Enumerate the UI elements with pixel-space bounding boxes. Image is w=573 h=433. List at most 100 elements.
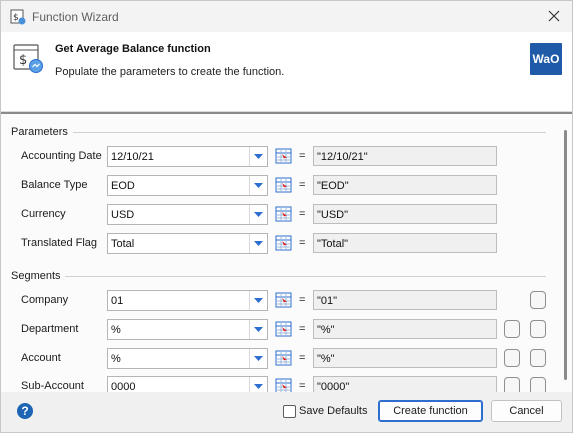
result-value: "Total" <box>317 238 349 250</box>
param-row-balance-type: Balance Type EOD = "EOD" <box>1 175 572 197</box>
cell-reference-icon[interactable] <box>275 350 293 367</box>
result-field: "%" <box>313 348 497 368</box>
chevron-down-icon[interactable] <box>249 291 267 310</box>
chevron-down-icon[interactable] <box>249 349 267 368</box>
chevron-down-icon[interactable] <box>249 234 267 253</box>
segment-value-picker-icon[interactable] <box>530 377 546 392</box>
result-field: "USD" <box>313 204 497 224</box>
segment-row-account: Account % = "%" <box>1 348 572 370</box>
window-title: Function Wizard <box>32 10 119 24</box>
checkbox-box[interactable] <box>283 405 296 418</box>
result-value: "USD" <box>317 209 349 221</box>
segment-label: Sub-Account <box>21 380 84 392</box>
segment-value-picker-icon[interactable] <box>530 320 546 338</box>
sub-account-combo[interactable]: 0000 <box>107 376 268 392</box>
result-value: "%" <box>317 353 335 365</box>
param-row-translated-flag: Translated Flag Total = "Total" <box>1 233 572 255</box>
result-value: "0000" <box>317 381 350 392</box>
segment-range-icon[interactable] <box>504 349 520 367</box>
result-value: "01" <box>317 295 338 307</box>
segment-value-picker-icon[interactable] <box>530 349 546 367</box>
cell-reference-icon[interactable] <box>275 378 293 392</box>
function-wizard-window: $ Function Wizard $ Get Average Balance … <box>0 0 573 433</box>
chevron-down-icon[interactable] <box>249 205 267 224</box>
cell-reference-icon[interactable] <box>275 235 293 252</box>
equals-sign: = <box>299 237 306 249</box>
segment-value-picker-icon[interactable] <box>530 291 546 309</box>
header-title: Get Average Balance function <box>55 43 211 55</box>
wizard-header: $ Get Average Balance function Populate … <box>1 32 572 112</box>
param-label: Currency <box>21 208 66 220</box>
result-field: "%" <box>313 319 497 339</box>
result-field: "01" <box>313 290 497 310</box>
function-wizard-icon: $ <box>10 9 26 25</box>
result-field: "Total" <box>313 233 497 253</box>
chevron-down-icon[interactable] <box>249 377 267 392</box>
accounting-date-combo[interactable]: 12/10/21 <box>107 146 268 167</box>
vertical-scrollbar[interactable] <box>564 130 567 380</box>
equals-sign: = <box>299 352 306 364</box>
currency-combo[interactable]: USD <box>107 204 268 225</box>
combo-value: 0000 <box>111 381 136 392</box>
result-field: "0000" <box>313 376 497 392</box>
combo-value: USD <box>111 209 135 221</box>
cell-reference-icon[interactable] <box>275 292 293 309</box>
translated-flag-combo[interactable]: Total <box>107 233 268 254</box>
segments-section-label: Segments <box>11 270 61 282</box>
section-divider <box>73 132 546 133</box>
segment-label: Account <box>21 352 61 364</box>
param-label: Balance Type <box>21 179 88 191</box>
param-row-accounting-date: Accounting Date 12/10/21 = "12/10/21" <box>1 146 572 168</box>
segment-range-icon[interactable] <box>504 320 520 338</box>
parameters-section-label: Parameters <box>11 126 68 138</box>
chevron-down-icon[interactable] <box>249 176 267 195</box>
department-combo[interactable]: % <box>107 319 268 340</box>
save-defaults-label: Save Defaults <box>299 405 368 417</box>
combo-value: EOD <box>111 180 135 192</box>
param-label: Accounting Date <box>21 150 102 162</box>
equals-sign: = <box>299 380 306 392</box>
result-field: "EOD" <box>313 175 497 195</box>
company-combo[interactable]: 01 <box>107 290 268 311</box>
combo-value: 01 <box>111 295 124 307</box>
balance-type-combo[interactable]: EOD <box>107 175 268 196</box>
result-value: "12/10/21" <box>317 151 368 163</box>
segment-row-company: Company 01 = "01" <box>1 290 572 312</box>
result-value: "%" <box>317 324 335 336</box>
cell-reference-icon[interactable] <box>275 206 293 223</box>
section-divider <box>65 276 546 277</box>
result-field: "12/10/21" <box>313 146 497 166</box>
equals-sign: = <box>299 208 306 220</box>
segment-range-icon[interactable] <box>504 377 520 392</box>
cell-reference-icon[interactable] <box>275 148 293 165</box>
chevron-down-icon[interactable] <box>249 320 267 339</box>
equals-sign: = <box>299 323 306 335</box>
parameters-panel[interactable]: Parameters Accounting Date 12/10/21 = "1… <box>1 114 572 392</box>
param-row-currency: Currency USD = "USD" <box>1 204 572 226</box>
title-bar: $ Function Wizard <box>1 1 572 32</box>
equals-sign: = <box>299 150 306 162</box>
segment-row-sub-account: Sub-Account 0000 = "0000" <box>1 376 572 392</box>
cell-reference-icon[interactable] <box>275 321 293 338</box>
cell-reference-icon[interactable] <box>275 177 293 194</box>
help-icon[interactable]: ? <box>17 403 33 419</box>
svg-text:$: $ <box>19 53 27 68</box>
account-combo[interactable]: % <box>107 348 268 369</box>
chevron-down-icon[interactable] <box>249 147 267 166</box>
svg-text:$: $ <box>13 13 19 23</box>
equals-sign: = <box>299 294 306 306</box>
segment-row-department: Department % = "%" <box>1 319 572 341</box>
header-subtitle: Populate the parameters to create the fu… <box>55 66 285 78</box>
segment-label: Company <box>21 294 69 306</box>
close-icon[interactable] <box>542 5 566 27</box>
result-value: "EOD" <box>317 180 349 192</box>
equals-sign: = <box>299 179 306 191</box>
cancel-button[interactable]: Cancel <box>491 400 562 422</box>
create-function-button[interactable]: Create function <box>378 400 483 422</box>
combo-value: % <box>111 353 121 365</box>
combo-value: Total <box>111 238 135 250</box>
param-label: Translated Flag <box>21 237 98 249</box>
dialog-footer: ? Save Defaults Create function Cancel <box>1 392 572 432</box>
wao-logo: WaO <box>530 43 562 75</box>
combo-value: % <box>111 324 121 336</box>
